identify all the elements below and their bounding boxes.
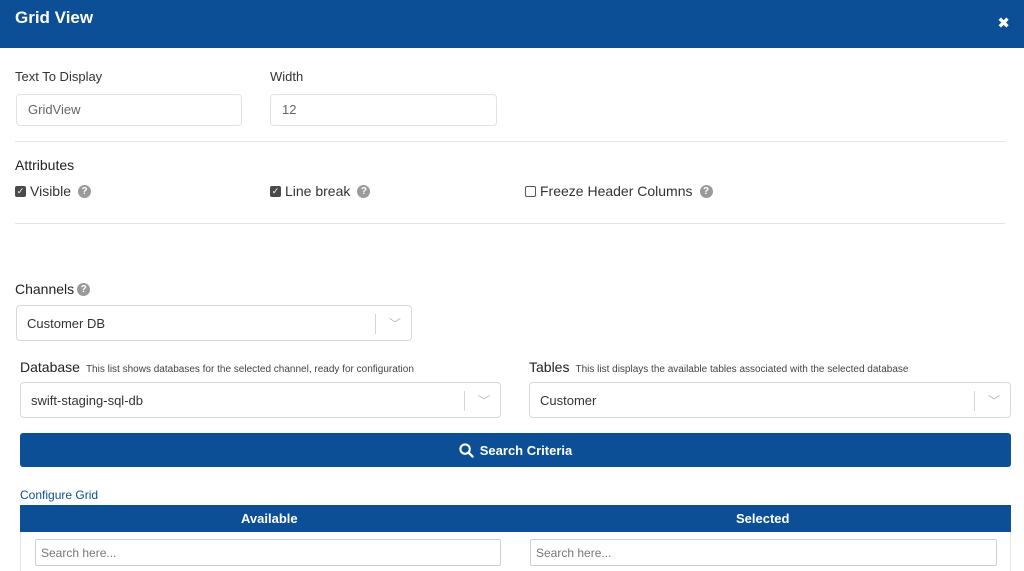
line-break-attribute: Line break ? <box>270 183 371 199</box>
tables-hint: This list displays the available tables … <box>575 364 909 375</box>
search-criteria-label: Search Criteria <box>479 442 573 458</box>
channels-label: Channels <box>15 281 75 297</box>
database-label: Database <box>20 359 80 375</box>
line-break-label: Line break <box>285 183 351 199</box>
database-hint: This list shows databases for the select… <box>85 364 414 375</box>
search-icon <box>459 442 474 458</box>
freeze-header-label: Freeze Header Columns <box>540 183 693 199</box>
grid-header: Available Selected <box>20 505 1011 532</box>
chevron-down-icon[interactable]: ﹀ <box>389 315 401 332</box>
available-column-header: Available <box>241 511 298 526</box>
available-search-input[interactable] <box>35 539 501 566</box>
database-select[interactable]: swift-staging-sql-db ﹀ <box>20 382 501 418</box>
help-icon[interactable]: ? <box>78 184 91 198</box>
divider <box>15 223 1005 224</box>
attributes-title: Attributes <box>15 157 75 173</box>
select-separator <box>974 391 975 411</box>
select-separator <box>375 314 376 334</box>
text-to-display-label: Text To Display <box>15 69 103 84</box>
configure-grid-link[interactable]: Configure Grid <box>20 488 98 502</box>
channels-select[interactable]: Customer DB ﹀ <box>16 305 412 341</box>
help-icon[interactable]: ? <box>357 184 371 198</box>
database-heading: Database This list shows databases for t… <box>20 359 414 375</box>
help-icon[interactable]: ? <box>77 282 91 296</box>
channels-title: Channels ? <box>15 281 91 297</box>
freeze-header-checkbox[interactable] <box>525 185 536 197</box>
selected-column-header: Selected <box>736 511 790 526</box>
dialog-title: Grid View <box>15 8 94 27</box>
text-to-display-input[interactable]: GridView <box>16 94 242 126</box>
divider <box>15 141 1005 142</box>
dialog-header: Grid View ✖ <box>0 0 1024 48</box>
tables-value: Customer <box>540 393 597 408</box>
visible-checkbox[interactable] <box>15 185 26 197</box>
select-separator <box>464 391 465 411</box>
width-input[interactable]: 12 <box>270 94 497 126</box>
line-break-checkbox[interactable] <box>270 185 281 197</box>
freeze-header-attribute: Freeze Header Columns ? <box>525 183 713 199</box>
close-icon[interactable]: ✖ <box>997 14 1010 32</box>
channels-value: Customer DB <box>27 316 106 331</box>
grid-body <box>20 532 1011 571</box>
chevron-down-icon[interactable]: ﹀ <box>478 392 490 409</box>
visible-label: Visible <box>30 183 71 199</box>
tables-select[interactable]: Customer ﹀ <box>529 382 1011 418</box>
database-value: swift-staging-sql-db <box>31 393 143 408</box>
visible-attribute: Visible ? <box>15 183 91 199</box>
selected-search-input[interactable] <box>530 539 997 566</box>
chevron-down-icon[interactable]: ﹀ <box>988 392 1000 409</box>
help-icon[interactable]: ? <box>699 184 713 198</box>
search-criteria-button[interactable]: Search Criteria <box>20 433 1011 467</box>
tables-label: Tables <box>529 359 570 375</box>
width-label: Width <box>270 69 304 84</box>
tables-heading: Tables This list displays the available … <box>529 359 908 375</box>
